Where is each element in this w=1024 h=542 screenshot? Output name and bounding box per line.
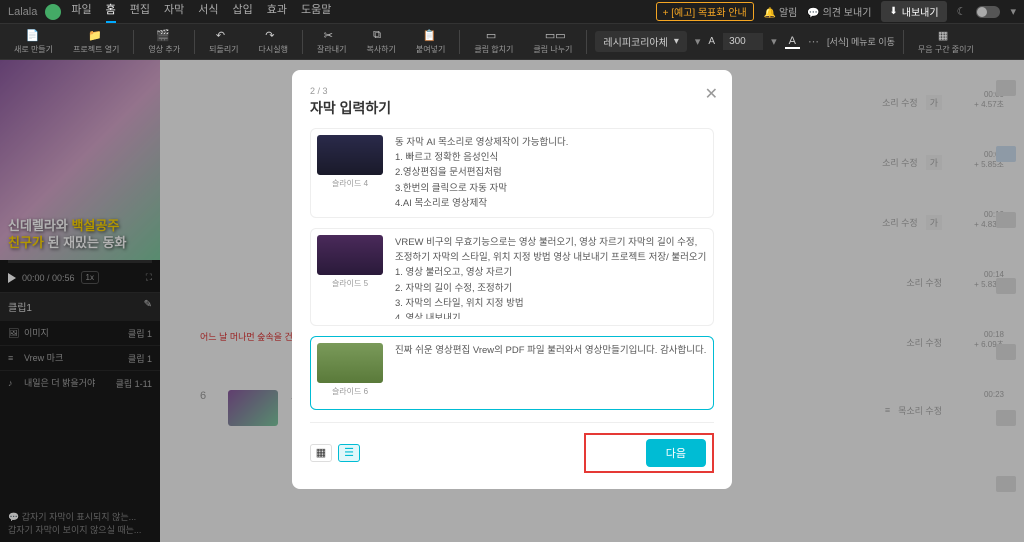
upgrade-button[interactable]: + [예고] 목표화 안내	[656, 2, 754, 21]
copy-button[interactable]: ⧉복사하기	[360, 29, 401, 55]
undo-button[interactable]: ↶되돌리기	[203, 29, 244, 55]
slide-row-5[interactable]: 슬라이드 5 VREW 비구의 무효기능으로는 영상 불러오기, 영상 자르기 …	[310, 228, 714, 326]
slide-text[interactable]: 동 자막 AI 목소리로 영상제작이 가능합니다. 1. 빠르고 정확한 음성인…	[395, 135, 707, 211]
notify-link[interactable]: 🔔 알림	[764, 4, 798, 19]
video-add-button[interactable]: 🎬영상 추가	[142, 29, 186, 55]
slide-row-4[interactable]: 슬라이드 4 동 자막 AI 목소리로 영상제작이 가능합니다. 1. 빠르고 …	[310, 128, 714, 218]
cut-button[interactable]: ✂잘라내기	[311, 29, 352, 55]
redo-button[interactable]: ↷다시실행	[253, 29, 294, 55]
menu-help[interactable]: 도움말	[301, 1, 331, 23]
slide-thumb	[317, 343, 383, 383]
avatar[interactable]	[45, 4, 61, 20]
menu-effect[interactable]: 효과	[267, 1, 287, 23]
theme-toggle[interactable]	[976, 6, 1000, 18]
new-button[interactable]: 📄새로 만들기	[8, 29, 59, 55]
brand: Lalala	[8, 6, 37, 18]
menu-file[interactable]: 파일	[71, 1, 91, 23]
modal-backdrop: 2 / 3 자막 입력하기 ✕ 슬라이드 4 동 자막 AI 목소리로 영상제작…	[0, 60, 1024, 542]
subtitle-input-modal: 2 / 3 자막 입력하기 ✕ 슬라이드 4 동 자막 AI 목소리로 영상제작…	[292, 70, 732, 489]
main-menu: 파일 홈 편집 자막 서식 삽입 효과 도움말	[71, 1, 331, 23]
slide-thumb	[317, 235, 383, 275]
view-list-button[interactable]: ☰	[338, 444, 360, 462]
slide-text[interactable]: VREW 비구의 무효기능으로는 영상 불러오기, 영상 자르기 자막의 길이 …	[395, 235, 707, 319]
menu-insert[interactable]: 삽입	[232, 1, 252, 23]
top-menubar: Lalala 파일 홈 편집 자막 서식 삽입 효과 도움말 + [예고] 목표…	[0, 0, 1024, 24]
modal-title: 자막 입력하기	[310, 98, 714, 118]
split-button[interactable]: ▭▭클립 나누기	[527, 29, 578, 55]
export-button[interactable]: ⬇ 내보내기	[881, 1, 946, 22]
menu-format[interactable]: 서식	[198, 1, 218, 23]
open-button[interactable]: 📁프로젝트 열기	[67, 29, 125, 55]
slide-text-input[interactable]: 진짜 쉬운 영상편집 Vrew의 PDF 파일 불러와서 영상만들기입니다. 감…	[395, 343, 707, 403]
font-select[interactable]: 레시피코리아체 ▾	[595, 31, 686, 52]
slide-row-6[interactable]: 슬라이드 6 진짜 쉬운 영상편집 Vrew의 PDF 파일 불러와서 영상만들…	[310, 336, 714, 410]
font-size-input[interactable]	[723, 33, 763, 50]
toolbar: 📄새로 만들기 📁프로젝트 열기 🎬영상 추가 ↶되돌리기 ↷다시실행 ✂잘라내…	[0, 24, 1024, 60]
chevron-down-icon[interactable]: ▾	[1010, 5, 1016, 18]
menu-subtitle[interactable]: 자막	[164, 1, 184, 23]
view-grid-button[interactable]: ▦	[310, 444, 332, 462]
close-icon[interactable]: ✕	[705, 84, 718, 104]
step-indicator: 2 / 3	[310, 86, 714, 96]
text-color-button[interactable]: A	[785, 35, 800, 49]
merge-button[interactable]: ▭클립 합치기	[468, 29, 519, 55]
silence-button[interactable]: ▦무음 구간 줄이기	[912, 29, 980, 55]
slide-thumb	[317, 135, 383, 175]
paste-button[interactable]: 📋붙여넣기	[410, 29, 451, 55]
menu-home[interactable]: 홈	[106, 1, 116, 23]
menu-edit[interactable]: 편집	[130, 1, 150, 23]
format-link[interactable]: [서식] 메뉴로 이동	[827, 35, 895, 48]
feedback-link[interactable]: 💬 의견 보내기	[807, 4, 871, 19]
moon-icon: ☾	[957, 5, 967, 18]
next-button[interactable]: 다음	[646, 439, 706, 467]
